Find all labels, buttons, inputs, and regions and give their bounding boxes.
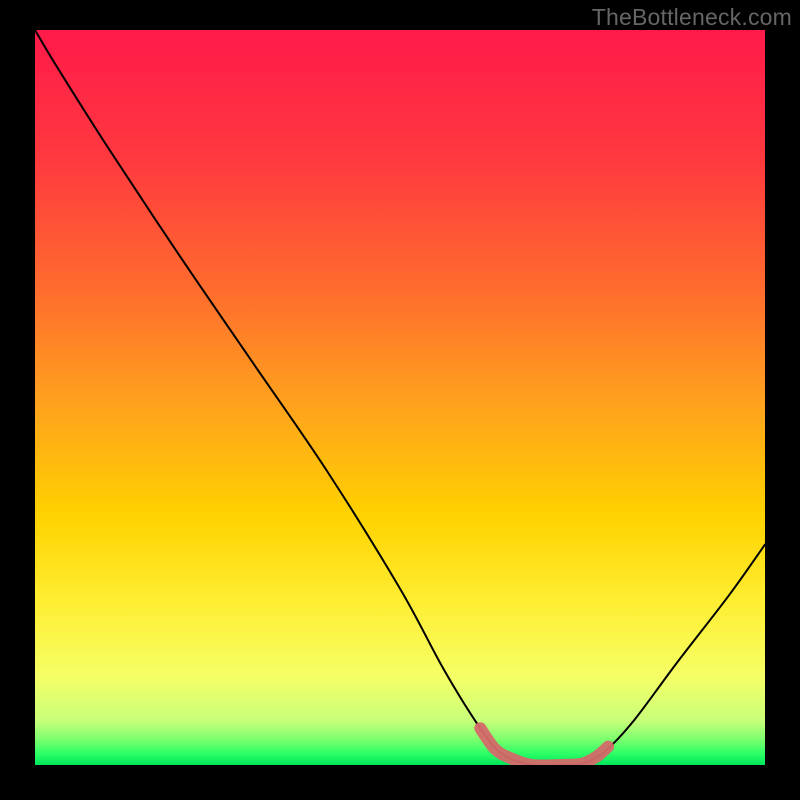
- gradient-background: [35, 30, 765, 765]
- bottleneck-chart: [0, 0, 800, 800]
- chart-frame: TheBottleneck.com: [0, 0, 800, 800]
- watermark-text: TheBottleneck.com: [592, 4, 792, 31]
